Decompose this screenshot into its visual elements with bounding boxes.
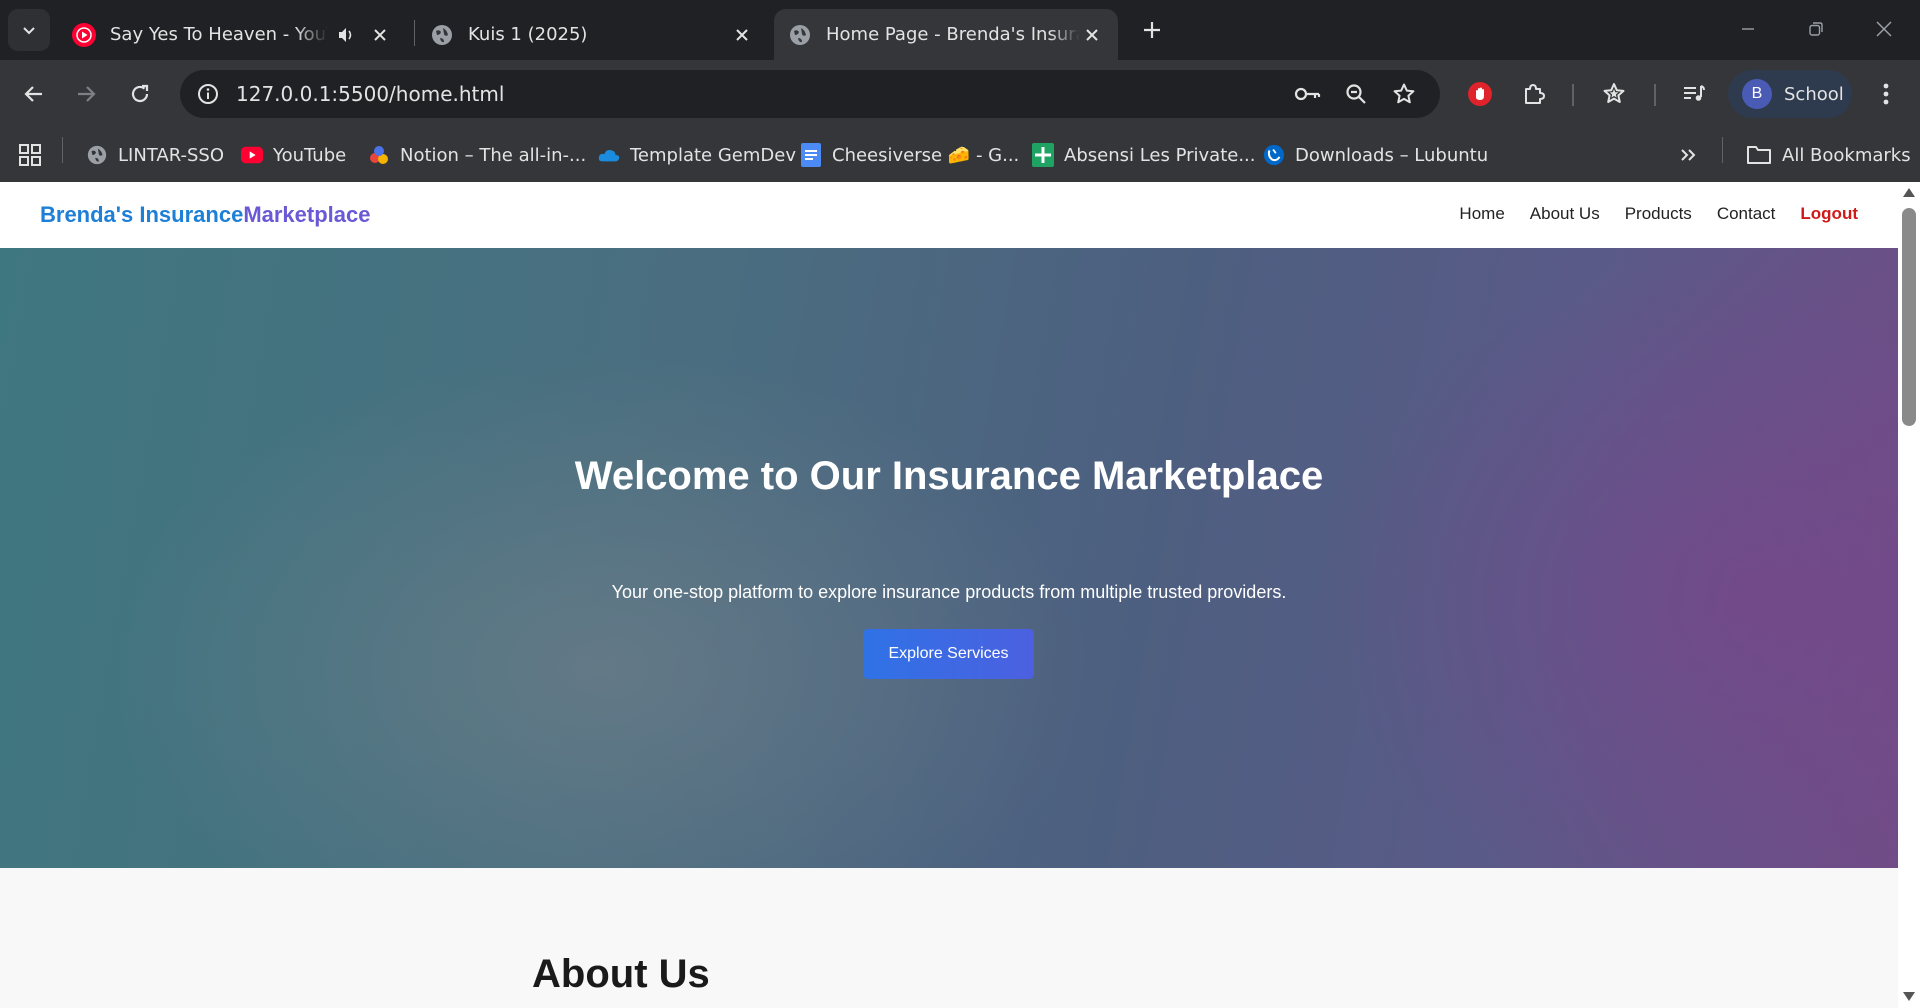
bookmark-label: LINTAR-SSO	[118, 144, 225, 166]
address-bar[interactable]: 127.0.0.1:5500/home.html	[180, 70, 1440, 118]
forward-button[interactable]	[66, 74, 106, 114]
tab-title: Home Page - Brenda's Insurance	[826, 24, 1080, 45]
tab-home-page[interactable]: Home Page - Brenda's Insurance	[774, 9, 1118, 60]
restore-button[interactable]	[1788, 6, 1844, 52]
bookmark-label: Downloads – Lubuntu	[1295, 144, 1489, 166]
toolbar-divider	[1572, 84, 1574, 106]
about-us-heading: About Us	[532, 952, 710, 996]
chevron-down-icon	[23, 27, 35, 35]
password-key-icon[interactable]	[1290, 76, 1326, 112]
bookmark-label: Template GemDev	[630, 144, 796, 166]
arrow-left-icon	[24, 86, 42, 102]
site-nav: Home About Us Products Contact Logout	[1434, 204, 1858, 224]
globe-icon	[86, 144, 108, 166]
bookmark-divider	[62, 137, 63, 163]
tab-youtube[interactable]: Say Yes To Heaven - YouTube	[58, 9, 406, 60]
youtube-icon	[241, 144, 263, 166]
page-scrollbar[interactable]	[1898, 182, 1920, 1008]
hero-subtitle: Your one-stop platform to explore insura…	[611, 582, 1287, 602]
media-control-icon[interactable]	[1674, 74, 1714, 114]
bookmark-downloads-lubuntu[interactable]: Downloads – Lubuntu	[1263, 140, 1488, 170]
bookmark-notion[interactable]: Notion – The all-in-...	[368, 140, 586, 170]
avatar: B	[1742, 79, 1772, 109]
speaker-icon[interactable]	[334, 23, 358, 47]
browser-menu-icon[interactable]	[1866, 74, 1906, 114]
bookmarks-overflow-button[interactable]	[1678, 140, 1698, 170]
nav-home[interactable]: Home	[1459, 204, 1504, 224]
tab-kuis[interactable]: Kuis 1 (2025)	[416, 9, 768, 60]
tab-divider	[414, 20, 415, 46]
site-navbar: Brenda's InsuranceMarketplace Home About…	[0, 182, 1898, 248]
scroll-up-arrow-icon[interactable]	[1903, 188, 1915, 197]
lubuntu-icon	[1263, 144, 1285, 166]
bookmark-absensi[interactable]: Absensi Les Private...	[1032, 140, 1256, 170]
hero-title: Welcome to Our Insurance Marketplace	[574, 454, 1324, 498]
all-bookmarks-label: All Bookmarks	[1782, 144, 1911, 166]
extension-blocker-icon[interactable]	[1460, 74, 1500, 114]
bookmark-template-gemdev[interactable]: Template GemDev	[598, 140, 796, 170]
close-icon[interactable]	[368, 23, 392, 47]
globe-icon	[430, 23, 454, 47]
sheets-icon	[1032, 143, 1054, 167]
url-text[interactable]: 127.0.0.1:5500/home.html	[236, 70, 504, 118]
zoom-out-icon[interactable]	[1338, 76, 1374, 112]
hero-section: Welcome to Our Insurance Marketplace You…	[0, 248, 1898, 868]
nav-about-us[interactable]: About Us	[1530, 204, 1600, 224]
tab-title: Say Yes To Heaven - YouTube	[110, 24, 328, 45]
tab-strip: Say Yes To Heaven - YouTube Kuis 1 (2025…	[0, 0, 1920, 60]
page-viewport: Brenda's InsuranceMarketplace Home About…	[0, 182, 1898, 1008]
toolbar-divider	[1654, 84, 1656, 106]
minimize-icon	[1742, 28, 1754, 30]
extensions-puzzle-icon[interactable]	[1514, 74, 1554, 114]
bookmark-youtube[interactable]: YouTube	[241, 140, 346, 170]
explore-services-button[interactable]: Explore Services	[863, 629, 1034, 679]
nav-logout[interactable]: Logout	[1800, 204, 1858, 224]
folder-icon	[1746, 144, 1772, 166]
site-info-icon[interactable]	[190, 76, 226, 112]
cloud-icon	[598, 144, 620, 166]
scroll-down-arrow-icon[interactable]	[1903, 992, 1915, 1001]
docs-icon	[800, 143, 822, 167]
tab-title: Kuis 1 (2025)	[468, 24, 588, 45]
brand-suffix: Marketplace	[243, 202, 371, 227]
tab-search-button[interactable]	[8, 9, 50, 51]
scrollbar-thumb[interactable]	[1902, 208, 1916, 426]
double-chevron-right-icon	[1681, 149, 1696, 161]
bookmark-label: Notion – The all-in-...	[400, 144, 587, 166]
nav-contact[interactable]: Contact	[1717, 204, 1776, 224]
bookmark-divider	[1722, 137, 1723, 163]
profile-name: School	[1784, 83, 1844, 105]
bookmark-star-icon[interactable]	[1386, 76, 1422, 112]
bookmark-cheesiverse[interactable]: Cheesiverse 🧀 - G...	[800, 140, 1019, 170]
bookmark-lintar-sso[interactable]: LINTAR-SSO	[86, 140, 224, 170]
restore-icon	[1809, 22, 1823, 36]
brand-name: Brenda's Insurance	[40, 202, 244, 227]
profile-button[interactable]: B School	[1728, 70, 1852, 118]
site-logo[interactable]: Brenda's InsuranceMarketplace	[40, 202, 371, 228]
reload-button[interactable]	[120, 74, 160, 114]
nav-products[interactable]: Products	[1625, 204, 1692, 224]
new-tab-button[interactable]	[1136, 14, 1168, 46]
bookmarks-bar: LINTAR-SSO YouTube Notion – The all-in-.…	[0, 128, 1920, 182]
favorites-star-icon[interactable]	[1594, 74, 1634, 114]
bookmark-label: YouTube	[273, 144, 347, 166]
close-icon[interactable]	[730, 23, 754, 47]
arrow-right-icon	[78, 86, 96, 102]
notion-icon	[368, 144, 390, 166]
close-icon	[1876, 21, 1892, 37]
all-bookmarks-button[interactable]: All Bookmarks	[1746, 140, 1911, 170]
bookmark-label: Absensi Les Private...	[1064, 144, 1256, 166]
bookmark-label: Cheesiverse 🧀 - G...	[832, 144, 1020, 166]
youtube-icon	[72, 22, 96, 47]
close-window-button[interactable]	[1856, 6, 1912, 52]
back-button[interactable]	[14, 74, 54, 114]
browser-toolbar: 127.0.0.1:5500/home.html B School	[0, 60, 1920, 128]
apps-grid-icon[interactable]	[18, 140, 42, 170]
plus-icon	[1144, 22, 1160, 38]
reload-icon	[131, 84, 149, 103]
close-icon[interactable]	[1080, 23, 1104, 47]
minimize-button[interactable]	[1720, 6, 1776, 52]
globe-icon	[788, 23, 812, 47]
